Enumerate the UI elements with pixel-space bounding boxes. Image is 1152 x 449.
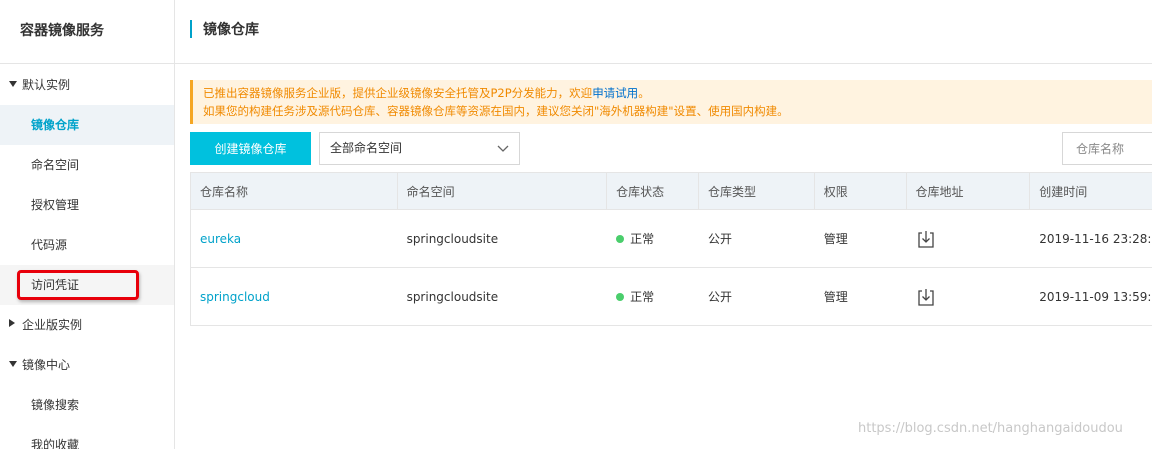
table-row: eureka springcloudsite 正常 公开 管理 2019-11-… bbox=[191, 210, 1152, 268]
status-ok-icon bbox=[616, 292, 625, 301]
column-header-created: 创建时间 bbox=[1039, 184, 1088, 199]
address-cell bbox=[907, 268, 1031, 325]
type-cell: 公开 bbox=[707, 232, 732, 246]
sidebar-item-label: 代码源 bbox=[31, 238, 68, 252]
repository-search-input[interactable] bbox=[1062, 132, 1152, 165]
sidebar-group-label: 默认实例 bbox=[22, 78, 71, 92]
namespace-select-value: 全部命名空间 bbox=[330, 141, 403, 155]
created-cell: 2019-11-16 23:28:10 bbox=[1039, 231, 1152, 246]
repo-name-link[interactable]: springcloud bbox=[200, 290, 270, 304]
column-header-permission: 权限 bbox=[815, 173, 907, 209]
address-cell bbox=[907, 210, 1031, 267]
sidebar-group-enterprise-instance[interactable]: 企业版实例 bbox=[0, 305, 174, 345]
status-ok-icon bbox=[616, 234, 625, 243]
create-repository-button[interactable]: 创建镜像仓库 bbox=[190, 132, 311, 165]
repo-name-cell: eureka bbox=[191, 210, 398, 267]
sidebar-item-access-credentials[interactable]: 访问凭证 bbox=[0, 265, 174, 305]
column-header-type: 仓库类型 bbox=[699, 173, 815, 209]
sidebar-item-code-source[interactable]: 代码源 bbox=[0, 225, 174, 265]
permission-cell: 管理 bbox=[823, 290, 848, 304]
namespace-select[interactable]: 全部命名空间 bbox=[319, 132, 520, 165]
sidebar-title: 容器镜像服务 bbox=[0, 0, 174, 64]
created-cell: 2019-11-09 13:59:41 bbox=[1039, 289, 1152, 304]
status-text: 正常 bbox=[630, 290, 655, 304]
caret-down-icon bbox=[9, 81, 17, 87]
column-header-address: 仓库地址 bbox=[907, 173, 1031, 209]
sidebar-item-favorites[interactable]: 我的收藏 bbox=[0, 425, 174, 449]
sidebar-item-label: 我的收藏 bbox=[31, 438, 80, 449]
apply-trial-link[interactable]: 申请试用 bbox=[592, 86, 638, 100]
sidebar-item-repositories[interactable]: 镜像仓库 bbox=[0, 105, 174, 145]
type-cell: 公开 bbox=[707, 290, 732, 304]
status-text: 正常 bbox=[630, 232, 655, 246]
repository-table: 仓库名称 命名空间 仓库状态 仓库类型 权限 仓库地址 创建时间 eureka … bbox=[190, 172, 1152, 326]
sidebar-item-namespaces[interactable]: 命名空间 bbox=[0, 145, 174, 185]
table-header: 仓库名称 命名空间 仓库状态 仓库类型 权限 仓库地址 创建时间 bbox=[191, 173, 1152, 210]
sidebar-item-label: 镜像仓库 bbox=[31, 118, 80, 132]
caret-down-icon bbox=[9, 361, 17, 367]
namespace-cell: springcloudsite bbox=[406, 231, 499, 246]
title-accent-bar bbox=[190, 20, 192, 38]
notice-text-end: 。 bbox=[638, 86, 650, 100]
column-header-status: 仓库状态 bbox=[607, 173, 699, 209]
sidebar-item-authorization[interactable]: 授权管理 bbox=[0, 185, 174, 225]
sidebar-group-label: 镜像中心 bbox=[22, 358, 71, 372]
sidebar-item-label: 授权管理 bbox=[31, 198, 80, 212]
notice-text: 已推出容器镜像服务企业版，提供企业级镜像安全托管及P2P分发能力，欢迎 bbox=[203, 86, 593, 100]
column-header-namespace: 命名空间 bbox=[398, 173, 608, 209]
repo-name-link[interactable]: eureka bbox=[200, 232, 241, 246]
sidebar-group-default-instance[interactable]: 默认实例 bbox=[0, 65, 174, 105]
sidebar-group-label: 企业版实例 bbox=[22, 318, 83, 332]
notice-line-1: 已推出容器镜像服务企业版，提供企业级镜像安全托管及P2P分发能力，欢迎申请试用。 bbox=[203, 84, 1152, 102]
namespace-cell: springcloudsite bbox=[406, 289, 499, 304]
caret-right-icon bbox=[9, 319, 15, 327]
sidebar-item-label: 命名空间 bbox=[31, 158, 80, 172]
repo-name-cell: springcloud bbox=[191, 268, 398, 325]
notice-banner: 已推出容器镜像服务企业版，提供企业级镜像安全托管及P2P分发能力，欢迎申请试用。… bbox=[190, 80, 1152, 124]
download-icon[interactable] bbox=[916, 229, 936, 249]
sidebar: 容器镜像服务 默认实例 镜像仓库 命名空间 授权管理 代码源 访问凭证 企业版实… bbox=[0, 0, 175, 449]
table-row: springcloud springcloudsite 正常 公开 管理 201… bbox=[191, 268, 1152, 326]
download-icon[interactable] bbox=[916, 287, 936, 307]
page-header: 镜像仓库 bbox=[175, 0, 1152, 64]
sidebar-group-image-center[interactable]: 镜像中心 bbox=[0, 345, 174, 385]
status-cell: 正常 bbox=[607, 210, 699, 267]
sidebar-item-image-search[interactable]: 镜像搜索 bbox=[0, 385, 174, 425]
sidebar-item-label: 访问凭证 bbox=[31, 278, 80, 292]
sidebar-item-label: 镜像搜索 bbox=[31, 398, 80, 412]
page-title: 镜像仓库 bbox=[203, 22, 259, 38]
column-header-name: 仓库名称 bbox=[191, 173, 398, 209]
chevron-down-icon bbox=[497, 145, 509, 152]
watermark-text: https://blog.csdn.net/hanghangaidoudou bbox=[858, 421, 1123, 436]
permission-cell: 管理 bbox=[823, 232, 848, 246]
notice-line-2: 如果您的构建任务涉及源代码仓库、容器镜像仓库等资源在国内，建议您关闭"海外机器构… bbox=[203, 104, 789, 118]
status-cell: 正常 bbox=[607, 268, 699, 325]
